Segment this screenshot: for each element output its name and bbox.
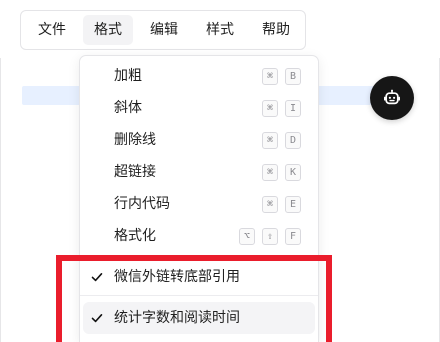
shortcut-key: F <box>285 228 301 245</box>
menu-divider <box>80 295 318 296</box>
menu-divider <box>80 255 318 256</box>
menu-item-hyperlink[interactable]: 超链接 ⌘ K <box>80 158 318 186</box>
format-dropdown-menu: 加粗 ⌘ B 斜体 ⌘ I 删除线 ⌘ D 超链接 ⌘ K 行内代码 ⌘ E 格… <box>79 55 319 342</box>
shortcut-key: ⌘ <box>262 68 278 85</box>
menu-item-italic[interactable]: 斜体 ⌘ I <box>80 94 318 122</box>
shortcut-key: K <box>285 164 301 181</box>
menu-item-format[interactable]: 格式化 ⌥ ⇧ F <box>80 222 318 250</box>
shortcut-keys: ⌘ E <box>262 196 301 213</box>
menu-tab-help[interactable]: 帮助 <box>251 15 301 45</box>
check-icon <box>90 311 104 325</box>
top-menubar: 文件 格式 编辑 样式 帮助 <box>20 10 306 50</box>
menu-item-word-count-reading-time[interactable]: 统计字数和阅读时间 <box>80 304 318 332</box>
menu-item-label: 超链接 <box>114 164 156 180</box>
shortcut-keys: ⌥ ⇧ F <box>239 228 301 245</box>
menu-item-label: 统计字数和阅读时间 <box>114 310 240 326</box>
shortcut-keys: ⌘ I <box>262 100 301 117</box>
menu-item-bold[interactable]: 加粗 ⌘ B <box>80 62 318 90</box>
shortcut-keys: ⌘ B <box>262 68 301 85</box>
shortcut-keys: ⌘ K <box>262 164 301 181</box>
menu-item-wechat-link-footnote[interactable]: 微信外链转底部引用 <box>80 263 318 291</box>
shortcut-key: E <box>285 196 301 213</box>
menu-tab-format[interactable]: 格式 <box>83 15 133 45</box>
shortcut-key: ⌘ <box>262 196 278 213</box>
shortcut-key: ⌘ <box>262 164 278 181</box>
menu-item-label: 删除线 <box>114 132 156 148</box>
check-icon <box>90 270 104 284</box>
shortcut-key: I <box>285 100 301 117</box>
menu-tab-style[interactable]: 样式 <box>195 15 245 45</box>
shortcut-key: ⌥ <box>239 228 255 245</box>
menu-item-inline-code[interactable]: 行内代码 ⌘ E <box>80 190 318 218</box>
shortcut-keys: ⌘ D <box>262 132 301 149</box>
assistant-button[interactable] <box>370 76 414 120</box>
shortcut-key: D <box>285 132 301 149</box>
shortcut-key: ⌘ <box>262 132 278 149</box>
shortcut-key: B <box>285 68 301 85</box>
menu-item-label: 格式化 <box>114 228 156 244</box>
shortcut-key: ⇧ <box>262 228 278 245</box>
menu-tab-edit[interactable]: 编辑 <box>139 15 189 45</box>
menu-tab-file[interactable]: 文件 <box>27 15 77 45</box>
menu-item-label: 行内代码 <box>114 196 170 212</box>
shortcut-key: ⌘ <box>262 100 278 117</box>
menu-item-strikethrough[interactable]: 删除线 ⌘ D <box>80 126 318 154</box>
menu-item-label: 斜体 <box>114 100 142 116</box>
robot-icon <box>382 88 402 108</box>
menu-item-label: 微信外链转底部引用 <box>114 269 240 285</box>
menu-item-label: 加粗 <box>114 68 142 84</box>
